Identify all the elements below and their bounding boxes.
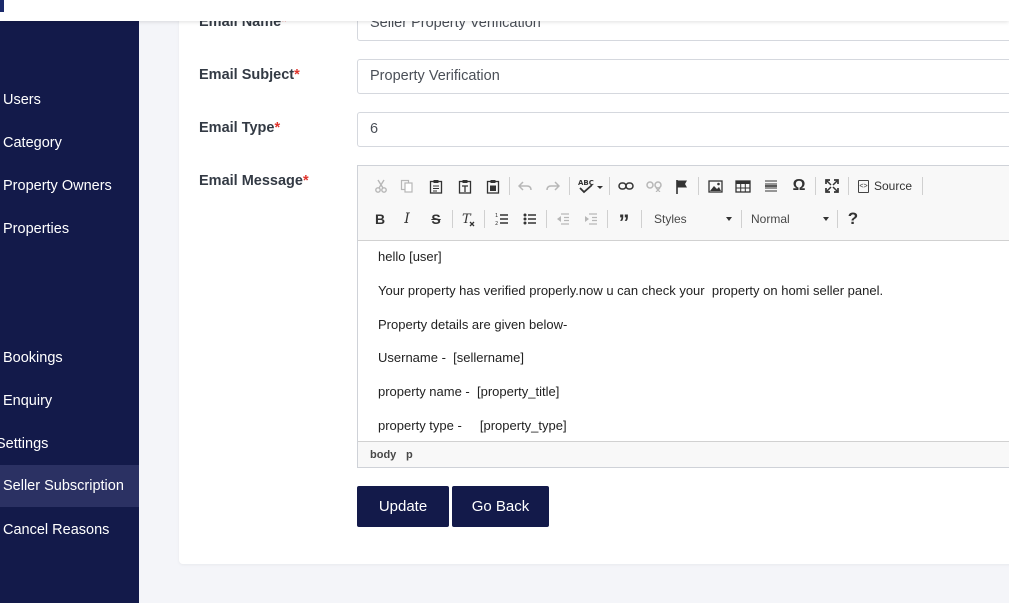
increase-indent-icon[interactable] (580, 208, 602, 230)
sidebar-item-label: Properties (3, 221, 70, 237)
sidebar-item-label: Users (3, 92, 41, 108)
sidebar-item-bookings[interactable]: Bookings (0, 337, 139, 379)
sidebar-item-settings[interactable]: Settings (0, 423, 139, 465)
sidebar-item-label: Property Owners (3, 178, 112, 194)
copy-icon[interactable] (396, 175, 418, 197)
sidebar-item-label: Seller Subscription (3, 478, 124, 494)
sidebar: Users Category Property Owners Propertie… (0, 21, 139, 603)
required-marker: * (294, 67, 300, 83)
path-item-p[interactable]: p (406, 449, 413, 461)
editor-paragraph: Username - [sellername] (378, 350, 524, 365)
toolbar-separator (609, 177, 610, 195)
horizontal-line-icon[interactable] (760, 175, 782, 197)
chevron-down-icon (823, 217, 829, 221)
paste-icon[interactable] (425, 175, 447, 197)
anchor-flag-icon[interactable] (671, 175, 693, 197)
rich-text-editor: ABC Ω <> Source B I S T 1 2 ” Styles Nor… (357, 165, 1009, 468)
toolbar-separator (922, 177, 923, 195)
brand-logo-edge (0, 0, 4, 12)
toolbar-separator (848, 177, 849, 195)
toolbar-separator (509, 177, 510, 195)
unlink-icon[interactable] (643, 175, 665, 197)
svg-text:2: 2 (495, 221, 498, 226)
sidebar-item-label: Bookings (3, 350, 63, 366)
email-message-label: Email Message* (199, 173, 309, 189)
toolbar-separator (698, 177, 699, 195)
editor-paragraph: Property details are given below- (378, 317, 568, 332)
source-label: Source (874, 179, 913, 193)
styles-dropdown-label: Styles (654, 212, 687, 226)
italic-icon[interactable]: I (396, 208, 418, 230)
email-subject-label: Email Subject* (199, 67, 300, 83)
toolbar-separator (569, 177, 570, 195)
help-icon[interactable]: ? (842, 208, 864, 230)
sidebar-item-label: Cancel Reasons (3, 522, 110, 538)
email-subject-field[interactable]: Property Verification (357, 59, 1009, 94)
source-icon: <> (858, 180, 869, 193)
table-icon[interactable] (732, 175, 754, 197)
toolbar-separator (815, 177, 816, 195)
svg-text:1: 1 (495, 213, 498, 219)
editor-content-area[interactable]: hello [user] Your property has verified … (358, 242, 1009, 442)
element-path-bar: body p (358, 441, 1009, 467)
editor-paragraph: property type - [property_type] (378, 418, 567, 433)
toolbar-separator (607, 210, 608, 228)
required-marker: * (302, 173, 309, 189)
link-icon[interactable] (615, 175, 637, 197)
format-dropdown[interactable]: Normal (751, 208, 829, 230)
sidebar-item-property-owners[interactable]: Property Owners (0, 165, 139, 207)
numbered-list-icon[interactable]: 12 (491, 208, 513, 230)
decrease-indent-icon[interactable] (552, 208, 574, 230)
sidebar-item-users[interactable]: Users (0, 79, 139, 121)
format-dropdown-label: Normal (751, 212, 790, 226)
update-button[interactable]: Update (357, 486, 449, 527)
remove-format-icon[interactable]: T (457, 208, 479, 230)
sidebar-item-cancel-reasons[interactable]: Cancel Reasons (0, 509, 139, 551)
special-character-icon[interactable]: Ω (788, 175, 810, 197)
image-icon[interactable] (704, 175, 726, 197)
sidebar-item-label: Category (3, 135, 62, 151)
sidebar-item-properties[interactable]: Properties (0, 208, 139, 250)
maximize-icon[interactable] (821, 175, 843, 197)
editor-paragraph: hello [user] (378, 249, 442, 264)
email-type-label: Email Type* (199, 120, 281, 136)
editor-paragraph: property name - [property_title] (378, 384, 560, 399)
sidebar-item-seller-subscription[interactable]: Seller Subscription (0, 465, 139, 507)
chevron-down-icon (726, 217, 732, 221)
top-bar (0, 0, 1009, 21)
path-item-body[interactable]: body (370, 449, 396, 461)
paste-text-icon[interactable] (454, 175, 476, 197)
toolbar-separator (546, 210, 547, 228)
email-type-field[interactable]: 6 (357, 112, 1009, 147)
sidebar-item-enquiry[interactable]: Enquiry (0, 380, 139, 422)
sidebar-item-category[interactable]: Category (0, 122, 139, 164)
editor-toolbar: ABC Ω <> Source B I S T 1 2 ” Styles Nor… (358, 166, 1009, 241)
source-button[interactable]: <> Source (858, 175, 912, 197)
required-marker: * (274, 120, 281, 136)
sidebar-item-label: Settings (0, 436, 49, 452)
spellcheck-icon[interactable]: ABC (576, 175, 604, 197)
toolbar-separator (452, 210, 453, 228)
toolbar-separator (837, 210, 838, 228)
cut-icon[interactable] (370, 175, 392, 197)
strikethrough-icon[interactable]: S (425, 208, 447, 230)
editor-paragraph: Your property has verified properly.now … (378, 283, 884, 298)
blockquote-icon[interactable]: ” (613, 208, 635, 234)
styles-dropdown[interactable]: Styles (654, 208, 732, 230)
bold-icon[interactable]: B (369, 208, 391, 230)
go-back-button[interactable]: Go Back (452, 486, 549, 527)
redo-icon[interactable] (542, 175, 564, 197)
bulleted-list-icon[interactable] (519, 208, 541, 230)
sidebar-item-label: Enquiry (3, 393, 53, 409)
paste-word-icon[interactable] (482, 175, 504, 197)
undo-icon[interactable] (514, 175, 536, 197)
toolbar-separator (484, 210, 485, 228)
toolbar-separator (741, 210, 742, 228)
toolbar-separator (641, 210, 642, 228)
